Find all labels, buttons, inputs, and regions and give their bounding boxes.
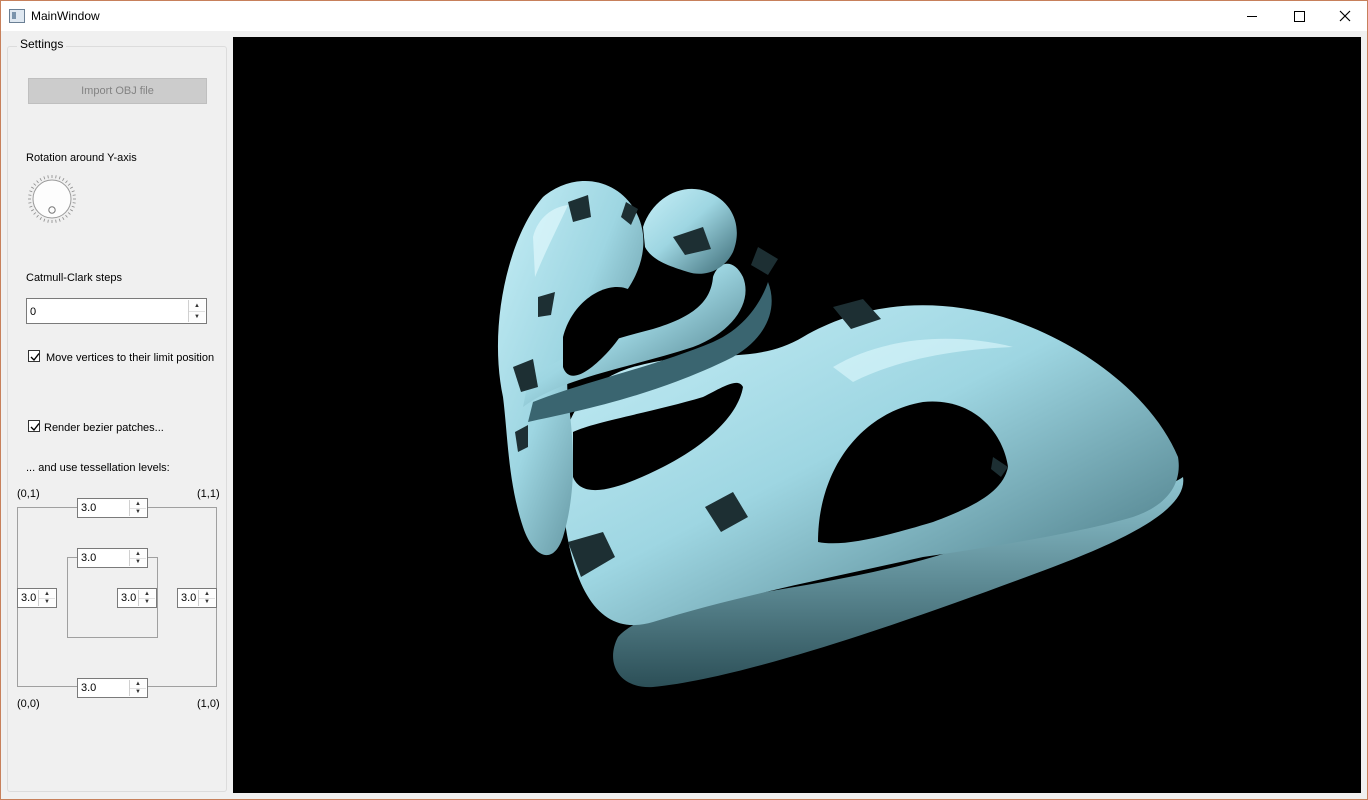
outer-right-value: 3.0 (181, 592, 197, 604)
rotation-label: Rotation around Y-axis (26, 152, 137, 164)
limit-position-label: Move vertices to their limit position (46, 352, 215, 364)
spin-down-icon[interactable]: ▼ (199, 598, 215, 606)
dial-tick (43, 218, 46, 222)
dial-tick (69, 209, 73, 212)
rendered-mesh (497, 180, 1184, 688)
dial-tick (67, 183, 71, 186)
spin-arrows: ▲ ▼ (138, 590, 155, 606)
dial-tick (58, 218, 61, 222)
dial-tick (65, 180, 68, 184)
spin-arrows: ▲ ▼ (198, 590, 215, 606)
dial-tick (31, 186, 35, 189)
dial-tick (62, 178, 65, 182)
dial-tick (31, 209, 35, 212)
dial-tick (72, 194, 76, 196)
spin-arrows: ▲ ▼ (129, 550, 146, 566)
inner-top-value: 3.0 (81, 552, 97, 564)
dial-tick (29, 190, 33, 193)
corner-label-11: (1,1) (197, 488, 220, 500)
outer-top-value: 3.0 (81, 502, 97, 514)
outer-bottom-value: 3.0 (81, 682, 97, 694)
close-button[interactable] (1322, 1, 1368, 31)
spin-arrows: ▲ ▼ (38, 590, 55, 606)
dial-tick (71, 190, 75, 193)
dial-tick (47, 175, 49, 179)
render-bezier-label: Render bezier patches... (44, 422, 164, 434)
dial-tick (47, 219, 49, 223)
spin-down-icon[interactable]: ▼ (130, 558, 146, 566)
dial-tick (71, 205, 75, 208)
spin-down-icon[interactable]: ▼ (39, 598, 55, 606)
render-bezier-checkbox[interactable] (28, 420, 40, 432)
spin-down-icon[interactable]: ▼ (189, 311, 205, 322)
dial-tick (39, 216, 42, 220)
tessellation-label: ... and use tessellation levels: (26, 462, 170, 474)
checkmark-icon (30, 423, 40, 432)
dial-tick (36, 180, 39, 184)
outer-top-spinbox[interactable]: 3.0 ▲ ▼ (77, 498, 148, 518)
dial-tick (65, 214, 68, 218)
catmull-clark-label: Catmull-Clark steps (26, 272, 122, 284)
dial-tick (62, 216, 65, 220)
dial-tick (28, 194, 32, 196)
catmull-clark-value: 0 (30, 306, 37, 318)
dial-tick (33, 212, 37, 215)
outer-left-spinbox[interactable]: 3.0 ▲ ▼ (17, 588, 57, 608)
dial-tick (55, 175, 57, 179)
settings-title: Settings (17, 37, 67, 51)
corner-label-01: (0,1) (17, 488, 40, 500)
inner-top-spinbox[interactable]: 3.0 ▲ ▼ (77, 548, 148, 568)
dial-tick (72, 202, 76, 204)
app-icon (9, 9, 25, 23)
outer-left-value: 3.0 (21, 592, 37, 604)
outer-right-spinbox[interactable]: 3.0 ▲ ▼ (177, 588, 217, 608)
minimize-button[interactable] (1229, 1, 1275, 31)
spin-arrows: ▲ ▼ (188, 300, 205, 322)
spin-down-icon[interactable]: ▼ (130, 688, 146, 696)
dial-tick (58, 176, 61, 180)
dial-tick (39, 178, 42, 182)
dial-tick (36, 214, 39, 218)
maximize-icon (1293, 10, 1305, 22)
outer-bottom-spinbox[interactable]: 3.0 ▲ ▼ (77, 678, 148, 698)
checkmark-icon (30, 353, 40, 362)
dial-graphic (28, 175, 76, 223)
dial-tick (55, 219, 57, 223)
inner-right-spinbox[interactable]: 3.0 ▲ ▼ (117, 588, 157, 608)
import-obj-button[interactable]: Import OBJ file (28, 78, 207, 104)
spin-down-icon[interactable]: ▼ (139, 598, 155, 606)
close-icon (1339, 10, 1351, 22)
opengl-viewport[interactable] (233, 37, 1361, 793)
title-bar[interactable]: MainWindow (1, 1, 1367, 31)
dial-tick (69, 186, 73, 189)
catmull-clark-spinbox[interactable]: 0 ▲ ▼ (26, 298, 207, 324)
corner-label-10: (1,0) (197, 698, 220, 710)
limit-position-checkbox[interactable] (28, 350, 40, 362)
dial-tick (29, 205, 33, 208)
dial-tick (67, 212, 71, 215)
rotation-dial[interactable] (26, 173, 78, 225)
window-title: MainWindow (31, 9, 100, 23)
dial-tick (28, 202, 32, 204)
inner-right-value: 3.0 (121, 592, 137, 604)
minimize-icon (1247, 15, 1257, 17)
dial-tick (43, 176, 46, 180)
spin-arrows: ▲ ▼ (129, 500, 146, 516)
corner-label-00: (0,0) (17, 698, 40, 710)
spin-down-icon[interactable]: ▼ (130, 508, 146, 516)
maximize-button[interactable] (1276, 1, 1322, 31)
dial-tick (33, 183, 37, 186)
spin-arrows: ▲ ▼ (129, 680, 146, 696)
